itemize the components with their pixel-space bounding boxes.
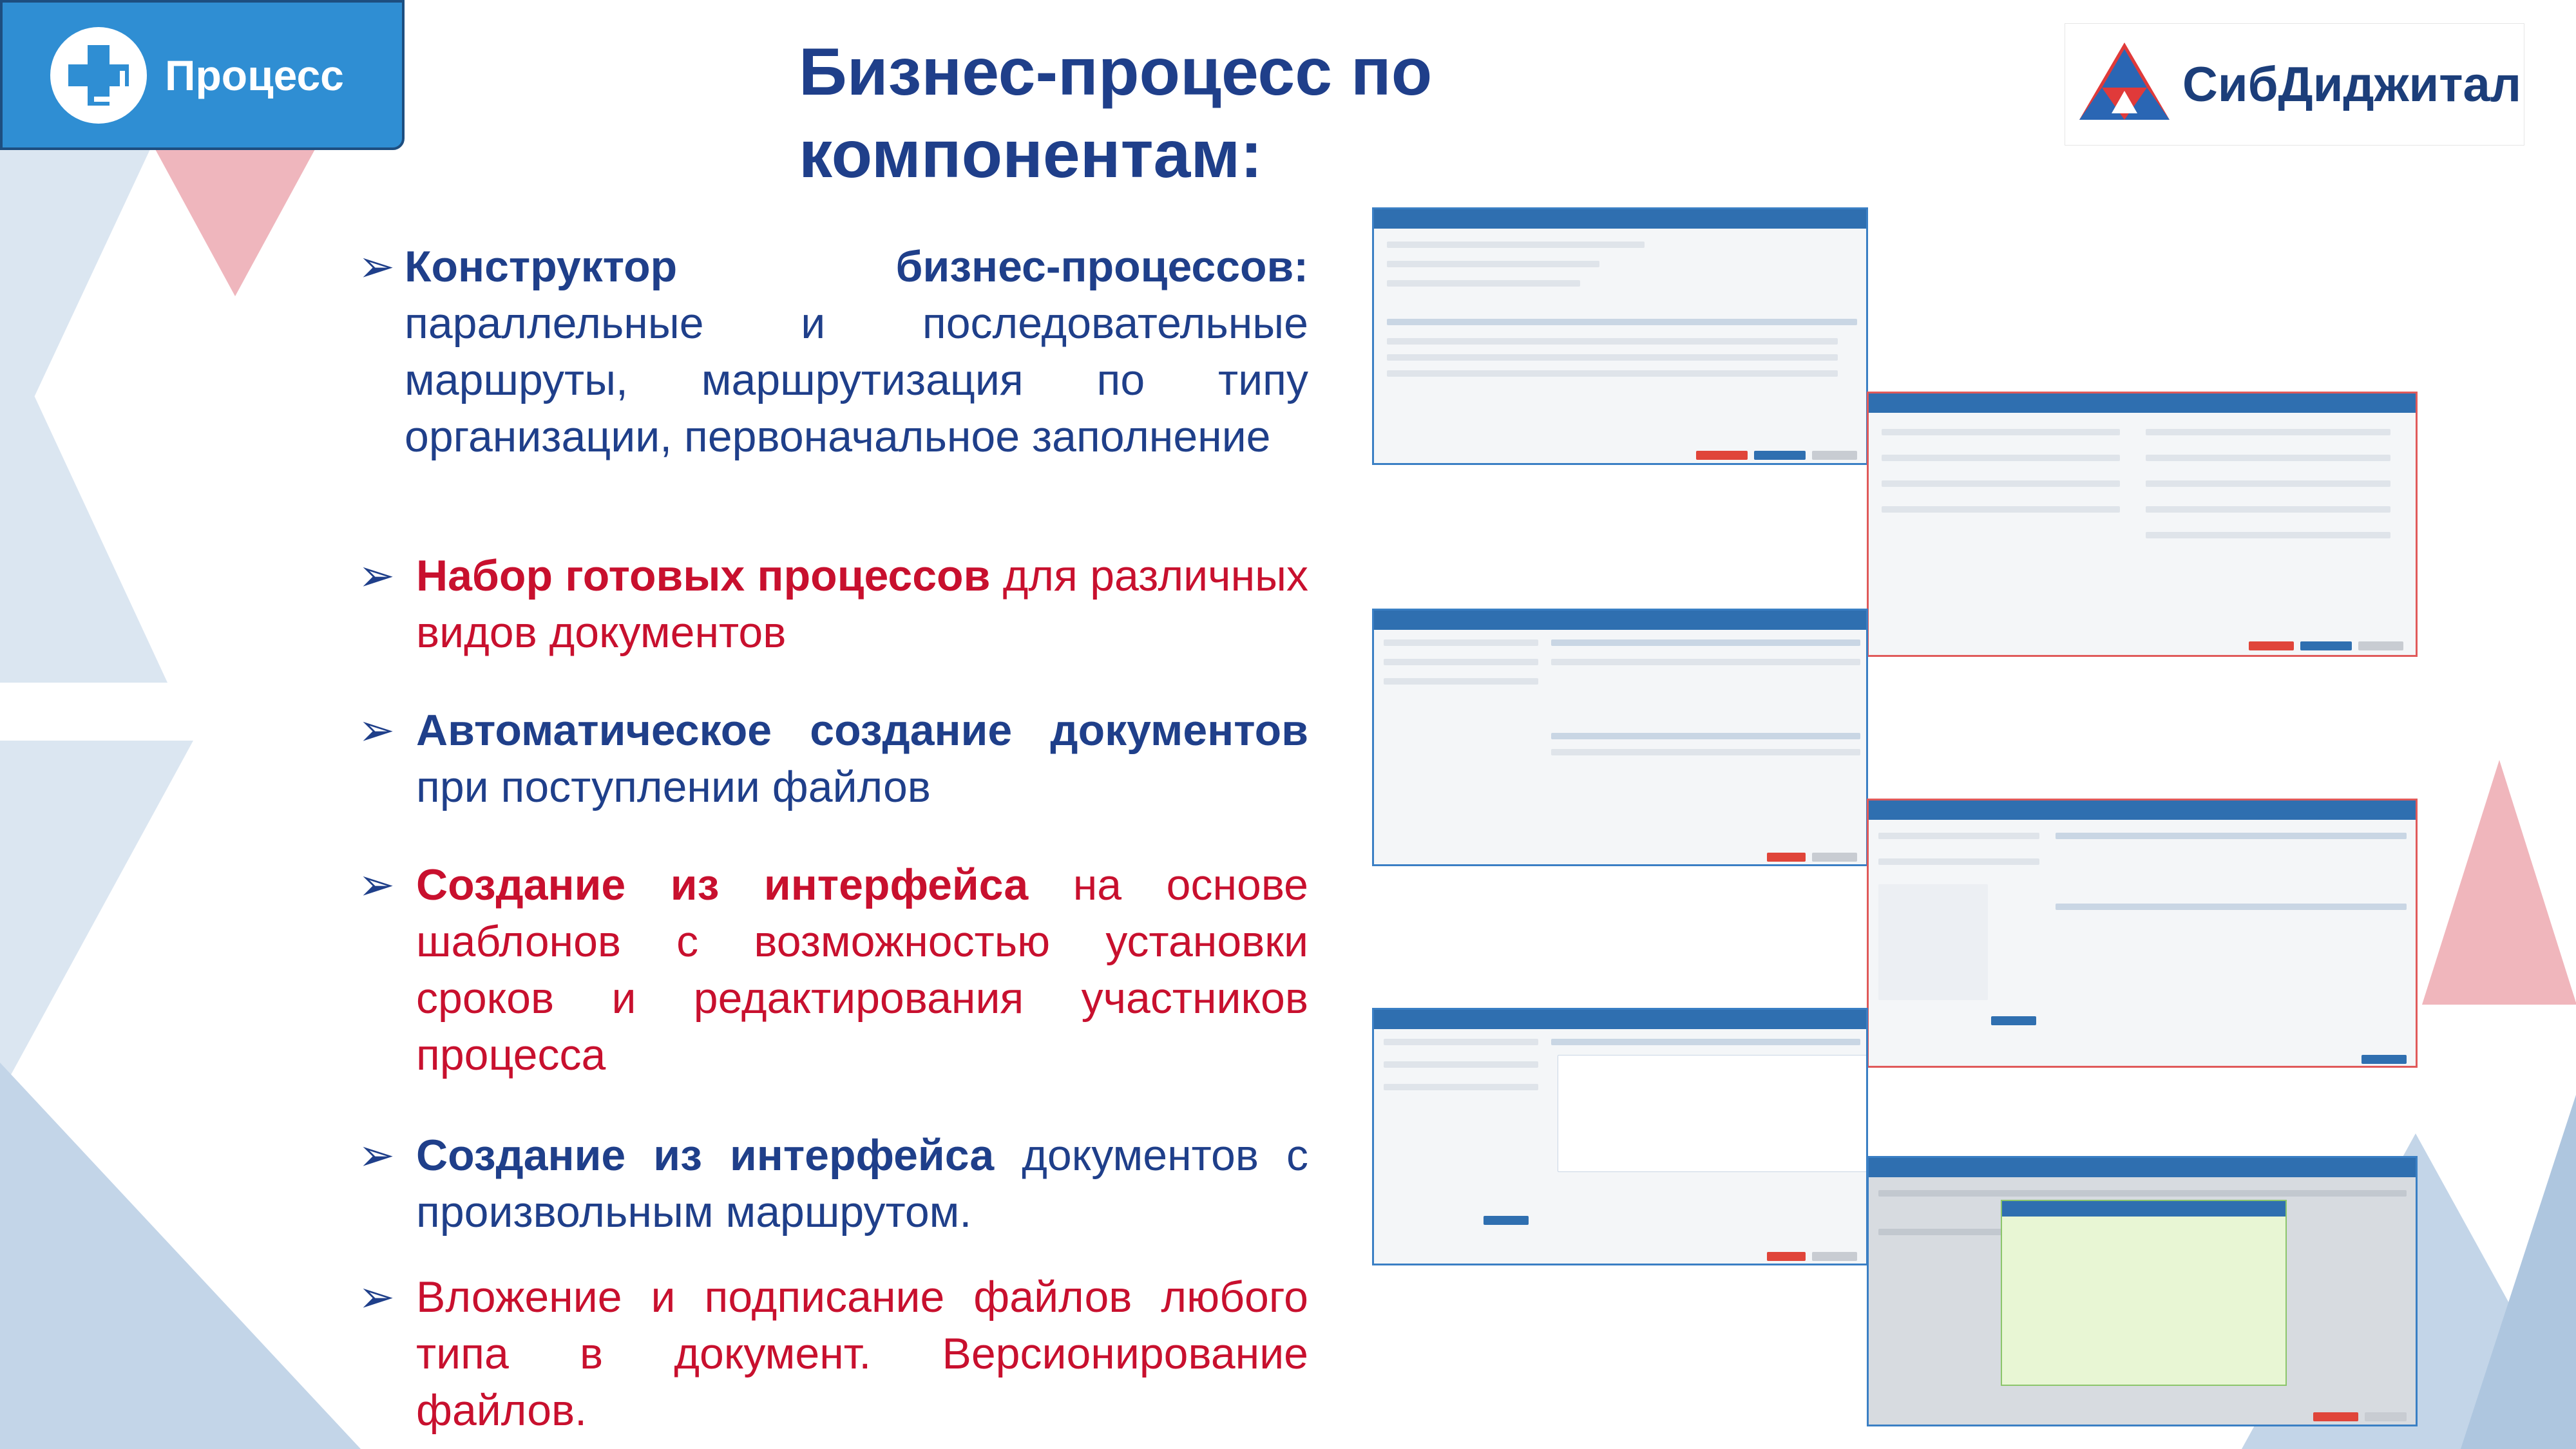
bg-triangle-right-red: [2422, 760, 2576, 1005]
arrow-bullet-icon: ➢: [358, 706, 395, 755]
arrow-bullet-icon: ➢: [358, 551, 395, 600]
arrow-bullet-icon: ➢: [358, 1273, 395, 1321]
bullet-text: Вложение и подписание файлов любого типа…: [416, 1273, 1308, 1435]
arrow-bullet-icon: ➢: [358, 860, 395, 909]
brand-logo: СибДиджитал: [2065, 23, 2524, 146]
signing-modal: [2001, 1200, 2287, 1386]
screenshot-free-route: [1372, 1008, 1868, 1265]
screenshot-topbar: [1869, 1158, 2416, 1177]
arrow-bullet-icon: ➢: [358, 242, 395, 291]
badge-label: Процесс: [165, 51, 344, 99]
bg-triangle-red-top: [155, 148, 316, 296]
brand-name: СибДиджитал: [2182, 57, 2522, 112]
arrow-bullet-icon: ➢: [358, 1131, 395, 1180]
page-title: Бизнес-процесс по компонентам:: [799, 35, 1433, 192]
screenshot-topbar: [1869, 393, 2416, 413]
bg-triangle-left-4: [0, 1063, 361, 1449]
process-badge: Процесс: [0, 0, 405, 150]
bg-triangle-left-3: [0, 741, 193, 1095]
bullet-bold: Автоматическое создание документов: [416, 706, 1308, 755]
bullet-item: ➢ Создание из интерфейса документов с пр…: [358, 1127, 1308, 1240]
bg-triangle-right-blue-2: [2461, 1095, 2576, 1449]
bullet-bold: Конструктор бизнес-процессов:: [405, 242, 1308, 291]
sibdigital-logo-icon: [2079, 43, 2170, 120]
bullet-text: при поступлении файлов: [416, 762, 931, 811]
process-logo-icon: [50, 26, 147, 124]
bullet-bold: Создание из интерфейса: [416, 860, 1029, 909]
screenshot-file-signing: [1867, 1156, 2418, 1426]
bullet-item: ➢ Набор готовых процессов для различных …: [358, 547, 1308, 661]
bullet-item: ➢ Вложение и подписание файлов любого ти…: [358, 1269, 1308, 1439]
bullet-item: ➢ Автоматическое создание документов при…: [358, 702, 1308, 815]
bullet-item: ➢ Конструктор бизнес-процессов: параллел…: [358, 238, 1308, 465]
screenshot-topbar: [1869, 800, 2416, 820]
bullet-item: ➢ Создание из интерфейса на основе шабло…: [358, 857, 1308, 1083]
screenshot-route-constructor: [1372, 207, 1868, 465]
bg-triangle-left-2: [0, 322, 167, 683]
screenshot-topbar: [1374, 611, 1866, 630]
screenshot-topbar: [1374, 1010, 1866, 1029]
bullet-text: параллельные и последовательные маршруты…: [405, 299, 1308, 461]
bullet-bold: Создание из интерфейса: [416, 1131, 995, 1180]
screenshot-template-process: [1372, 609, 1868, 866]
screenshot-document-type-list: [1867, 799, 2418, 1068]
bullet-bold: Набор готовых процессов: [416, 551, 991, 600]
screenshot-topbar: [1374, 209, 1866, 229]
screenshot-auto-creation: [1867, 392, 2418, 657]
